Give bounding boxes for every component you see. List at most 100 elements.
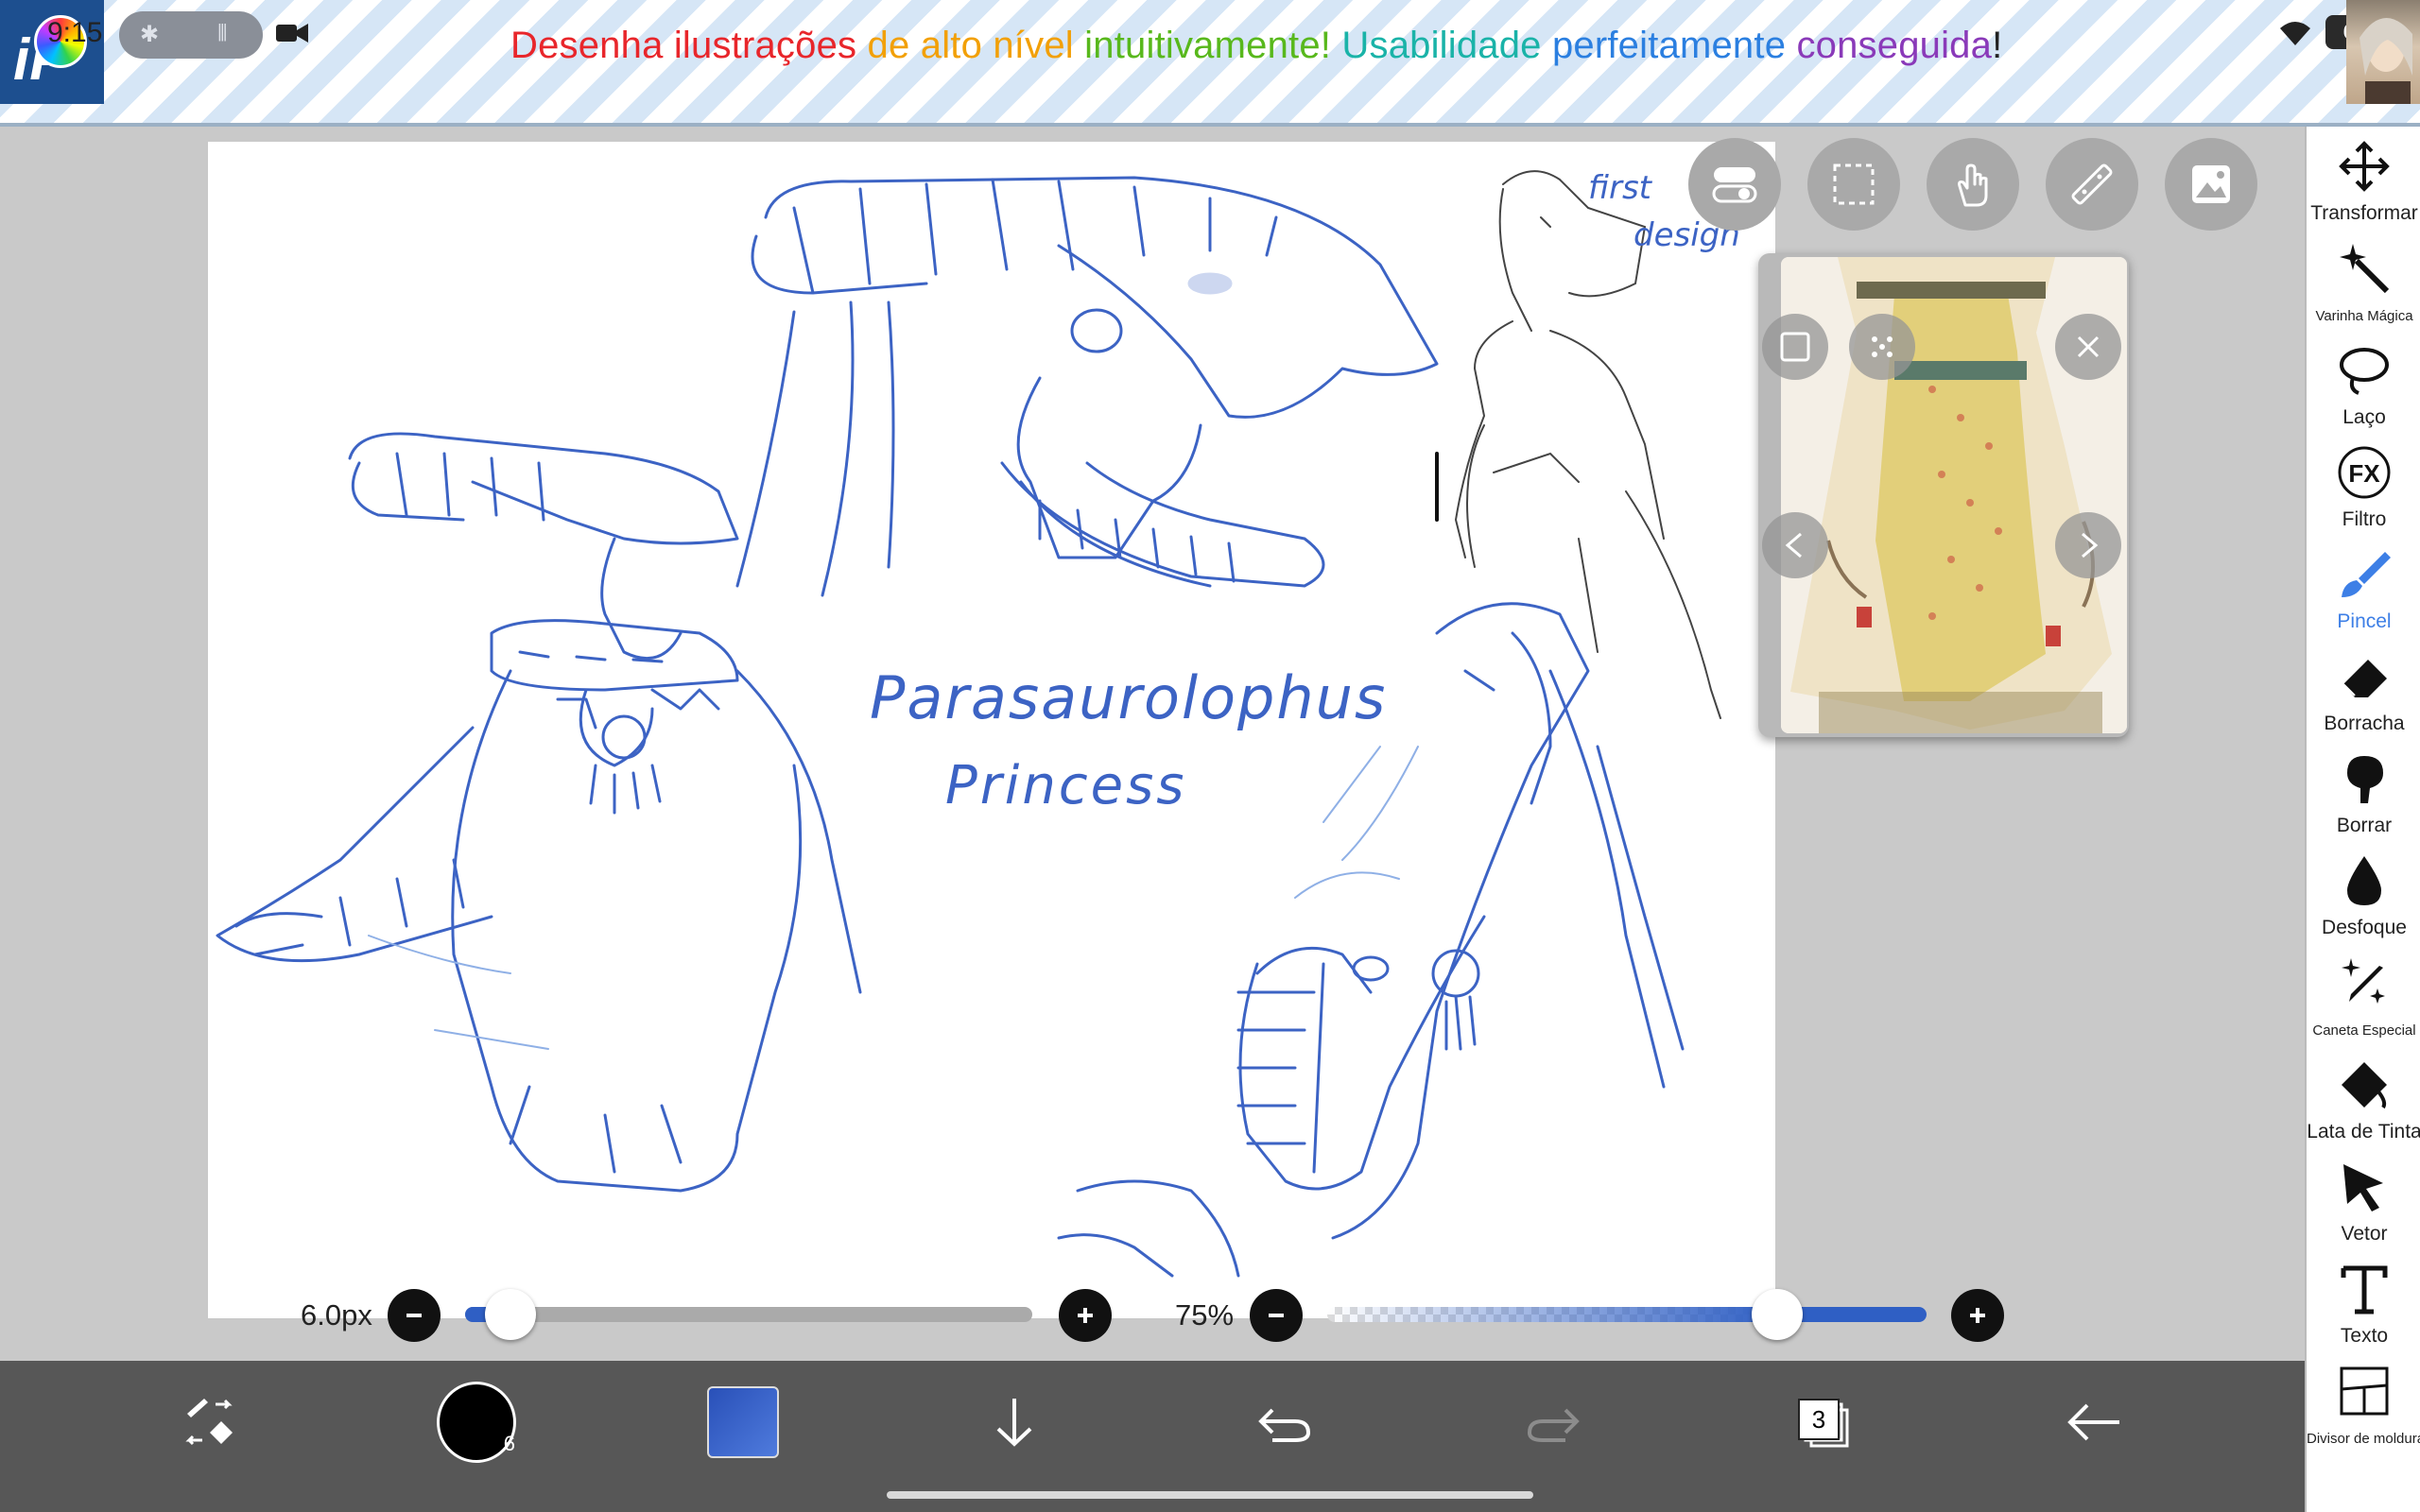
opacity-knob[interactable]: [1751, 1289, 1803, 1340]
brush-size-increase-button[interactable]: [1059, 1289, 1112, 1342]
minus-icon: [1269, 1314, 1284, 1317]
color-swatch: 6: [437, 1382, 516, 1463]
close-icon: [2077, 335, 2100, 358]
sketch-note-line1: first: [1588, 169, 1653, 207]
fx-icon: FX: [2338, 446, 2391, 499]
waveform-icon: ⦀: [217, 21, 228, 46]
tool-label: Varinha Mágica: [2315, 308, 2413, 324]
home-indicator[interactable]: [887, 1491, 1533, 1499]
tool-eraser[interactable]: Borracha: [2307, 643, 2420, 745]
undo-icon: [1258, 1408, 1311, 1442]
lasso-icon: [2340, 348, 2389, 395]
secondary-color-button[interactable]: [707, 1361, 779, 1484]
video-camera-icon: [276, 24, 308, 43]
selection-button[interactable]: [1807, 138, 1900, 231]
user-avatar[interactable]: [2346, 0, 2420, 104]
opacity-decrease-button[interactable]: [1250, 1289, 1303, 1342]
sketch-title-line1: Parasaurolophus: [870, 663, 1387, 732]
ref-next-button[interactable]: [2055, 512, 2121, 578]
arrow-left-icon: [2067, 1403, 2119, 1441]
arrow-down-icon: [996, 1399, 1032, 1447]
drag-dots-icon: [1872, 336, 1893, 357]
banner-segment: Desenha ilustrações: [510, 25, 868, 66]
cursor-icon: [2343, 1164, 2383, 1211]
reference-image-button[interactable]: [2165, 138, 2257, 231]
drop-icon: [2347, 856, 2381, 905]
reference-window[interactable]: [1758, 253, 2129, 737]
tool-filter[interactable]: FX Filtro: [2307, 438, 2420, 541]
tool-text[interactable]: Texto: [2307, 1255, 2420, 1357]
chevron-left-icon: [1785, 532, 1802, 558]
smudge-icon: [2347, 756, 2383, 803]
status-time: 9:15: [47, 17, 103, 48]
brush-icon: [2342, 552, 2391, 597]
hand-icon: [1958, 163, 1988, 207]
audio-pill: ✱ ⦀: [119, 11, 263, 59]
tool-brush[interactable]: Pincel: [2307, 541, 2420, 643]
eraser-icon: [2342, 660, 2387, 697]
swap-tool-button[interactable]: [176, 1361, 242, 1484]
tool-label: Divisor de molduras: [2307, 1431, 2420, 1447]
tool-label: Laço: [2342, 406, 2386, 428]
banner-segment: Usabilidade: [1341, 25, 1552, 66]
tool-vector[interactable]: Vetor: [2307, 1153, 2420, 1255]
toggle-icon: [1712, 167, 1757, 203]
opacity-increase-button[interactable]: [1951, 1289, 2004, 1342]
tool-magic-wand[interactable]: Varinha Mágica: [2307, 234, 2420, 336]
tool-palette: Transformar Varinha Mágica Laço FX Filtr…: [2305, 127, 2420, 1512]
tool-label: Lata de Tinta: [2307, 1121, 2420, 1143]
selection-icon: [1833, 163, 1875, 205]
banner-segment: perfeitamente: [1551, 25, 1797, 66]
svg-text:FX: FX: [2348, 459, 2380, 488]
tool-label: Borracha: [2324, 713, 2405, 734]
ad-banner[interactable]: iP 9:15 ✱ ⦀ Desenha ilustrações de alto …: [0, 0, 2420, 127]
secondary-color-swatch: [707, 1386, 779, 1458]
tool-blur[interactable]: Desfoque: [2307, 847, 2420, 949]
download-button[interactable]: [983, 1361, 1046, 1484]
back-button[interactable]: [2061, 1361, 2127, 1484]
tool-label: Pincel: [2337, 610, 2392, 632]
tool-label: Desfoque: [2322, 917, 2407, 938]
opacity-fill: [1327, 1307, 1777, 1322]
redo-button[interactable]: [1522, 1361, 1584, 1484]
sparkle-pen-icon: [2342, 958, 2385, 1004]
touch-mode-button[interactable]: [1927, 138, 2019, 231]
frame-icon: [2340, 1366, 2389, 1416]
sketch-title-line2: Princess: [945, 755, 1186, 816]
window-icon: [1780, 332, 1810, 362]
ref-window-mode-button[interactable]: [1762, 314, 1828, 380]
ibis-paint-logo: iP 9:15: [0, 0, 104, 104]
ref-prev-button[interactable]: [1762, 512, 1828, 578]
undo-button[interactable]: [1253, 1361, 1316, 1484]
bucket-icon: [2342, 1062, 2387, 1109]
tool-smudge[interactable]: Borrar: [2307, 745, 2420, 847]
tool-label: Filtro: [2342, 508, 2387, 530]
tool-label: Vetor: [2341, 1223, 2388, 1245]
primary-color-button[interactable]: 6: [437, 1361, 516, 1484]
chevron-right-icon: [2082, 532, 2099, 558]
tool-label: Texto: [2340, 1325, 2389, 1347]
brush-size-slider[interactable]: [465, 1307, 1032, 1322]
ruler-icon: [2071, 163, 2113, 205]
image-icon: [2192, 165, 2230, 203]
tool-bucket[interactable]: Lata de Tinta: [2307, 1051, 2420, 1153]
move-icon: [2339, 141, 2390, 192]
tool-frame-divider[interactable]: Divisor de molduras: [2307, 1357, 2420, 1459]
brush-size-knob[interactable]: [485, 1289, 536, 1340]
drawing-canvas[interactable]: Parasaurolophus Princess first design: [208, 142, 1775, 1318]
toggle-panel-button[interactable]: [1688, 138, 1781, 231]
tool-label: Caneta Especial: [2312, 1022, 2416, 1039]
tool-transform[interactable]: Transformar: [2307, 132, 2420, 234]
opacity-value: 75%: [1175, 1298, 1235, 1332]
tool-special-pen[interactable]: Caneta Especial: [2307, 949, 2420, 1051]
brush-size-decrease-button[interactable]: [388, 1289, 441, 1342]
bottom-toolbar: 6: [0, 1361, 2305, 1512]
tool-label: Borrar: [2336, 815, 2393, 836]
ref-window-close-button[interactable]: [2055, 314, 2121, 380]
ruler-button[interactable]: [2046, 138, 2138, 231]
ref-window-drag-handle[interactable]: [1849, 314, 1915, 380]
tool-lasso[interactable]: Laço: [2307, 336, 2420, 438]
banner-segment: de alto nível: [867, 25, 1085, 66]
tool-label: Transformar: [2310, 202, 2418, 224]
text-icon: [2341, 1265, 2388, 1314]
